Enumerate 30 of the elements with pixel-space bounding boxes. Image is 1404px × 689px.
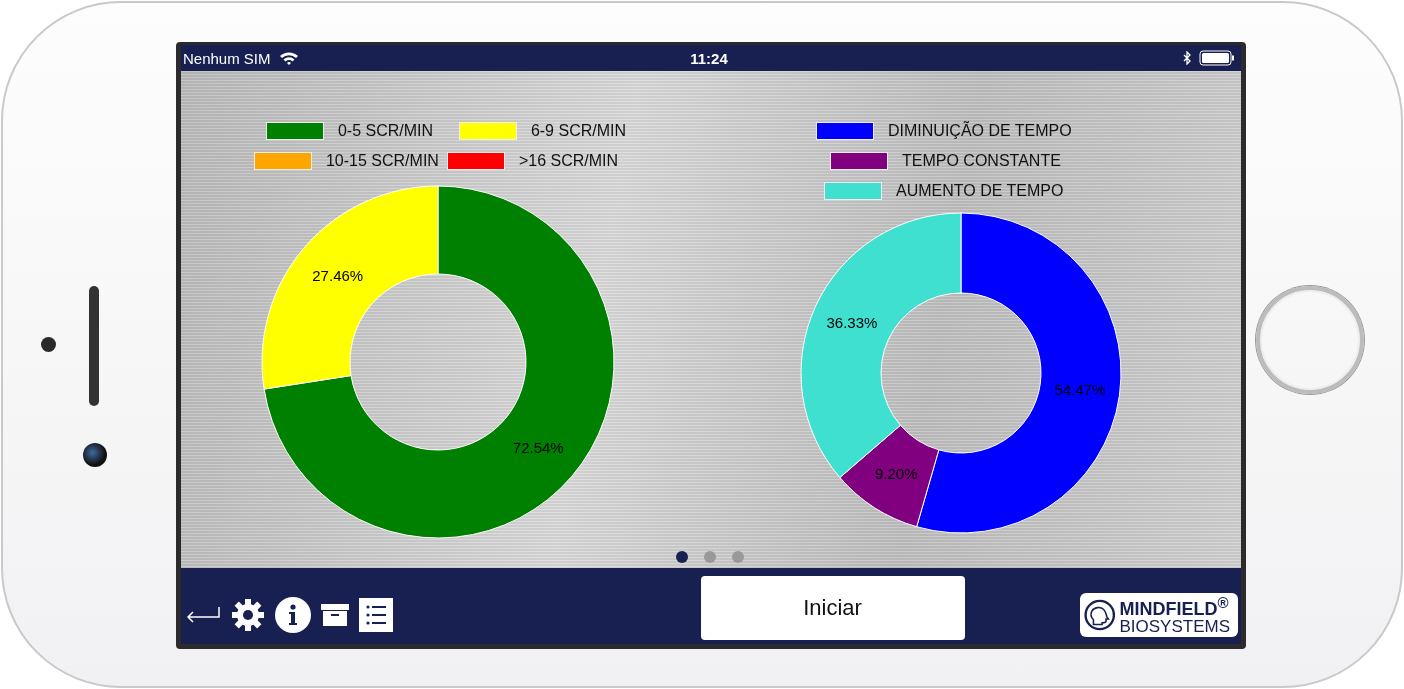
carrier-text: Nenhum SIM [183, 49, 271, 67]
archive-box-icon[interactable] [321, 603, 349, 627]
return-arrow-icon[interactable] [185, 605, 221, 625]
slice-label: 9.20% [875, 465, 918, 483]
settings-icon[interactable] [231, 598, 265, 632]
battery-icon [1199, 50, 1235, 66]
page-dot[interactable] [704, 551, 716, 563]
slice-label: 27.46% [312, 267, 364, 285]
logo-text: MINDFIELD$^{®}$ [1119, 595, 1230, 618]
start-button[interactable]: Iniciar [700, 576, 965, 640]
legend-label: DIMINUIÇÃO DE TEMPO [888, 122, 1072, 140]
legend-label: >16 SCR/MIN [518, 152, 619, 170]
slice-label: 36.33% [826, 314, 878, 332]
page-dot[interactable] [676, 551, 688, 563]
info-icon[interactable] [275, 597, 311, 633]
legend-label: 10-15 SCR/MIN [325, 152, 439, 170]
slice-label: 54.47% [1054, 380, 1106, 398]
legend-label: 6-9 SCR/MIN [530, 122, 626, 140]
legend-label: AUMENTO DE TEMPO [896, 182, 1064, 200]
camera-icon [83, 443, 107, 467]
bluetooth-icon [1183, 51, 1191, 65]
wifi-icon [278, 51, 299, 65]
sensor-dot [41, 337, 56, 352]
slice-label: 72.54% [512, 438, 564, 456]
legend-label: 0-5 SCR/MIN [337, 122, 434, 140]
clock-time: 11:24 [690, 49, 728, 67]
logo-text: BIOSYSTEMS [1119, 618, 1230, 635]
legend-label: TEMPO CONSTANTE [902, 152, 1061, 170]
page-dot[interactable] [732, 551, 744, 563]
list-icon[interactable] [359, 598, 393, 632]
